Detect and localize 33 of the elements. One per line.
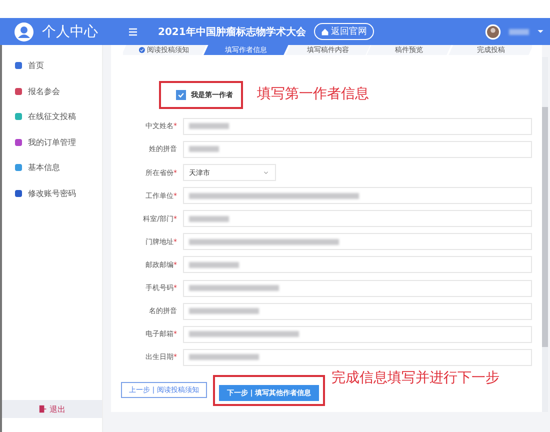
annotation-text: 填写第一作者信息 (257, 84, 369, 103)
profile-avatar-icon[interactable] (485, 24, 501, 40)
page-title: 个人中心 (42, 22, 98, 40)
input-field[interactable] (183, 256, 532, 274)
input-field[interactable] (183, 233, 532, 250)
input-field[interactable] (183, 118, 532, 135)
sidebar-item[interactable]: 修改账号密码 (2, 180, 102, 206)
annotation-text: 完成信息填写并进行下一步 (331, 368, 500, 387)
logout-icon (38, 405, 46, 413)
blurred-name (509, 28, 529, 34)
home-button[interactable]: 返回官网 (314, 23, 374, 40)
scrollbar[interactable] (542, 57, 548, 412)
user-avatar-icon (14, 22, 34, 42)
sidebar-item[interactable]: 报名参会 (2, 78, 102, 104)
conference-title: 2021年中国肿瘤标志物学术大会 (158, 25, 306, 38)
sidebar-item[interactable]: 基本信息 (2, 155, 102, 180)
input-field[interactable] (183, 210, 532, 228)
input-field[interactable] (183, 187, 532, 204)
input-field[interactable] (183, 326, 532, 343)
chevron-down-icon (263, 170, 269, 175)
input-field[interactable] (183, 348, 532, 366)
check-icon (138, 46, 145, 53)
sidebar-item[interactable]: 首页 (2, 53, 102, 78)
input-field[interactable] (183, 302, 532, 320)
sidebar-item[interactable]: 在线征文投稿 (2, 104, 102, 130)
sidebar-item[interactable]: 我的订单管理 (2, 130, 102, 155)
checkbox[interactable] (176, 90, 186, 100)
logout-button[interactable]: 退出 (2, 400, 102, 418)
caret-icon[interactable] (537, 29, 544, 34)
menu-icon[interactable] (128, 26, 138, 36)
input-field[interactable] (183, 140, 532, 158)
home-icon (320, 28, 329, 36)
input-field[interactable] (183, 280, 532, 297)
